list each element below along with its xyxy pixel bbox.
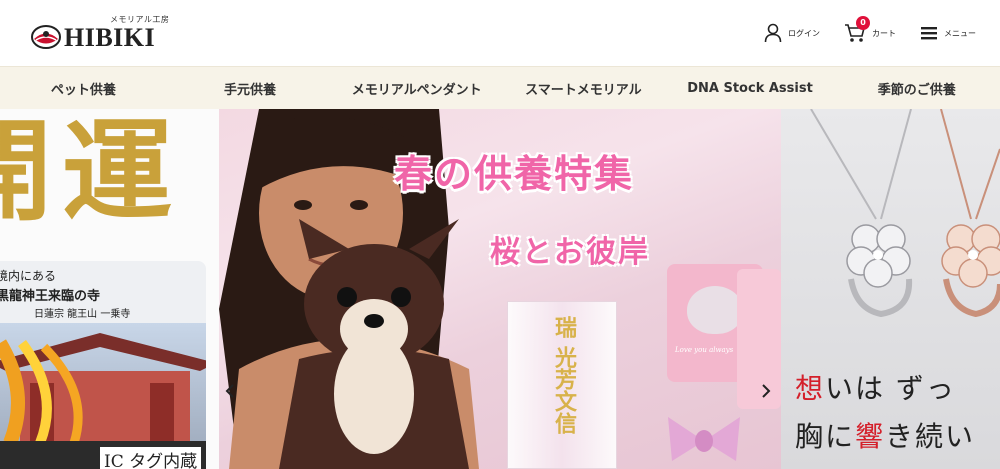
slide-kanji-1: 開: [0, 117, 52, 227]
ic-tag-label: IC タグ内蔵: [100, 447, 202, 469]
logo-text: HIBIKI: [64, 23, 156, 52]
cart-label: カート: [872, 28, 896, 38]
site-header: メモリアル工房 HIBIKI ログイン 0 カート メニュー: [0, 0, 1000, 66]
header-actions: ログイン 0 カート メニュー: [740, 16, 976, 46]
menu-button[interactable]: メニュー: [920, 25, 976, 41]
cart-button[interactable]: 0 カート: [844, 16, 896, 44]
crystal-text-1: 瑞: [551, 316, 577, 338]
category-nav: ペット供養 手元供養 メモリアルペンダント スマートメモリアル DNA Stoc…: [0, 66, 1000, 109]
hero-subtitle: 桜とお彼岸: [490, 235, 650, 270]
menu-label: メニュー: [944, 28, 976, 38]
carousel-slide-prev[interactable]: 開 運 境内にある 黒龍神王来臨の寺 日蓮宗 龍王山 一乗寺 IC タグ内蔵: [0, 109, 219, 469]
pendant-copy-line-2: 胸に響き続い: [795, 415, 975, 455]
carousel-slide-active[interactable]: 春の供養特集 桜とお彼岸 瑞 光芳文信 Love you always: [219, 109, 781, 469]
nav-item-memorial-pendant[interactable]: メモリアルペンダント: [333, 67, 500, 109]
pendant-copy-line-1: 想いは ずっ: [795, 367, 956, 407]
pendant-copy-pre-2: 胸に: [795, 420, 856, 453]
pendant-copy-red-2: 響: [855, 420, 886, 453]
nav-item-dna-stock-assist[interactable]: DNA Stock Assist: [667, 67, 834, 109]
pendant-copy-red-1: 想: [795, 372, 826, 405]
temple-line-3: 日蓮宗 龍王山 一乗寺: [34, 309, 131, 320]
temple-banner: 境内にある 黒龍神王来臨の寺 日蓮宗 龍王山 一乗寺: [0, 261, 206, 469]
nav-item-smart-memorial[interactable]: スマートメモリアル: [500, 67, 667, 109]
hamburger-icon: [921, 27, 937, 40]
nav-item-pet-memorial[interactable]: ペット供養: [0, 67, 167, 109]
logo-mark-icon: [31, 25, 61, 49]
cart-count-badge: 0: [856, 16, 870, 30]
nav-item-home-memorial[interactable]: 手元供養: [167, 67, 334, 109]
chevron-left-icon: [225, 384, 234, 398]
login-label: ログイン: [788, 28, 820, 38]
hero-carousel: 開 運 境内にある 黒龍神王来臨の寺 日蓮宗 龍王山 一乗寺 IC タグ内蔵: [0, 109, 1000, 469]
temple-line-2: 黒龍神王来臨の寺: [0, 289, 101, 304]
chevron-right-icon: [762, 384, 771, 398]
chihuahua-photo: [279, 219, 469, 469]
pendant-copy-rest-1: いは ずっ: [825, 372, 956, 405]
pendant-copy-post-2: き続い: [885, 420, 976, 453]
carousel-slide-next[interactable]: 想いは ずっ 胸に響き続い: [781, 109, 1000, 469]
slide-kanji-2: 運: [62, 109, 172, 236]
crystal-text-2: 光芳文信: [551, 346, 577, 434]
charm-photo-window: [687, 286, 743, 334]
carousel-prev-button[interactable]: [219, 377, 241, 405]
hero-title: 春の供養特集: [394, 152, 635, 196]
login-button[interactable]: ログイン: [764, 23, 820, 43]
nav-item-seasonal-memorial[interactable]: 季節のご供養: [833, 67, 1000, 109]
bow-ribbon: [668, 417, 740, 461]
charm-text: Love you always: [675, 346, 734, 354]
user-icon: [764, 23, 782, 43]
pendant-necklace-photo: [810, 109, 1000, 318]
memorial-crystal: 瑞 光芳文信: [507, 301, 617, 469]
site-logo[interactable]: メモリアル工房 HIBIKI: [30, 10, 169, 56]
temple-line-1: 境内にある: [0, 269, 57, 283]
carousel-next-button[interactable]: [755, 377, 777, 405]
